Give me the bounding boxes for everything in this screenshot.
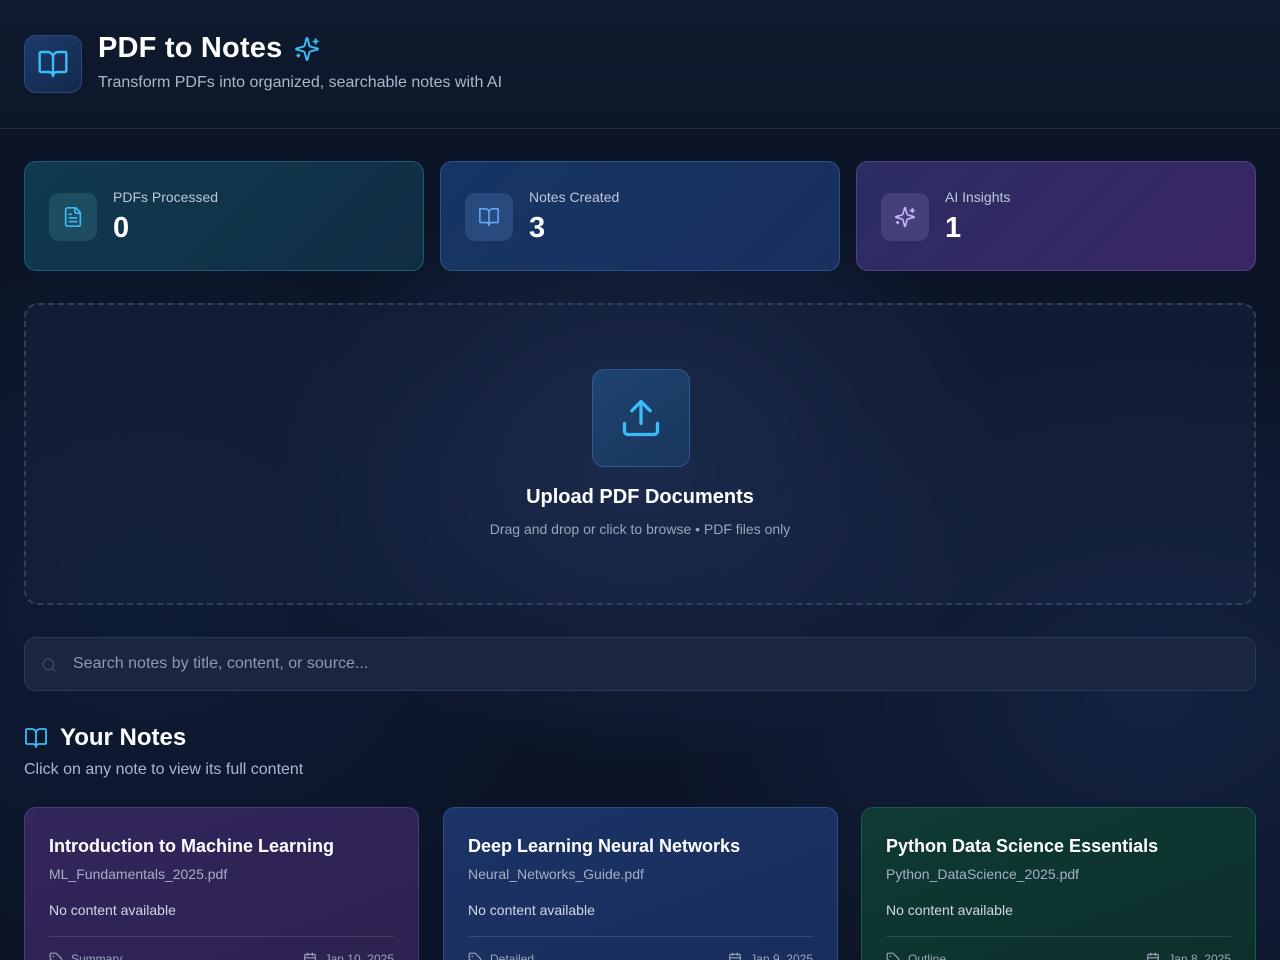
note-card[interactable]: Python Data Science Essentials Python_Da… xyxy=(861,807,1256,960)
note-type: Outline xyxy=(886,952,946,960)
notes-section-subtitle: Click on any note to view its full conte… xyxy=(24,761,304,778)
note-divider xyxy=(49,936,394,937)
calendar-icon xyxy=(1147,952,1160,960)
note-type-label: Detailed xyxy=(490,952,535,960)
app-logo xyxy=(24,35,82,93)
note-divider xyxy=(468,936,813,937)
note-content: No content available xyxy=(468,902,595,918)
document-icon xyxy=(64,207,82,227)
tag-icon xyxy=(468,952,482,960)
search-input[interactable] xyxy=(73,638,1243,690)
app-title-text: PDF to Notes xyxy=(98,32,283,64)
note-date-label: Jan 10, 2025 xyxy=(324,952,394,960)
note-content: No content available xyxy=(886,902,1013,918)
book-icon xyxy=(25,728,47,748)
stat-label: Notes Created xyxy=(529,189,620,205)
note-title: Deep Learning Neural Networks xyxy=(468,836,741,856)
upload-title: Upload PDF Documents xyxy=(526,486,754,508)
search-bar xyxy=(24,637,1256,691)
note-type-label: Outline xyxy=(908,952,947,960)
note-title: Python Data Science Essentials xyxy=(886,836,1159,856)
upload-icon xyxy=(622,399,660,437)
search-icon xyxy=(42,658,56,672)
note-divider xyxy=(886,936,1231,937)
stat-icon-container xyxy=(49,193,97,241)
tag-icon xyxy=(49,952,63,960)
note-card[interactable]: Introduction to Machine Learning ML_Fund… xyxy=(24,807,419,960)
note-source: Python_DataScience_2025.pdf xyxy=(886,866,1080,882)
note-date-label: Jan 8, 2025 xyxy=(1168,952,1231,960)
note-source: ML_Fundamentals_2025.pdf xyxy=(49,866,228,882)
note-type: Summary xyxy=(49,952,122,960)
calendar-icon xyxy=(729,952,742,960)
note-title: Introduction to Machine Learning xyxy=(49,836,334,856)
app-subtitle: Transform PDFs into organized, searchabl… xyxy=(98,74,503,91)
stat-value: 0 xyxy=(113,212,130,244)
upload-button[interactable] xyxy=(592,369,690,467)
note-source: Neural_Networks_Guide.pdf xyxy=(468,866,644,882)
tag-icon xyxy=(886,952,900,960)
stat-card-ai-insights: AI Insights 1 xyxy=(856,161,1256,271)
stat-label: AI Insights xyxy=(945,189,1011,205)
upload-subtitle: Drag and drop or click to browse • PDF f… xyxy=(489,521,791,537)
stat-label: PDFs Processed xyxy=(113,189,219,205)
note-date: Jan 9, 2025 xyxy=(728,952,813,960)
note-content: No content available xyxy=(49,902,176,918)
book-icon xyxy=(38,50,68,78)
stat-card-pdfs-processed: PDFs Processed 0 xyxy=(24,161,424,271)
stat-icon-container xyxy=(881,193,929,241)
stat-value: 3 xyxy=(529,212,546,244)
sparkles-icon xyxy=(295,36,320,61)
calendar-icon xyxy=(303,952,316,960)
note-date: Jan 10, 2025 xyxy=(303,952,394,960)
note-type-label: Summary xyxy=(71,952,123,960)
note-meta: Outline Jan 8, 2025 xyxy=(886,952,1231,960)
stat-card-notes-created: Notes Created 3 xyxy=(440,161,840,271)
note-date-label: Jan 9, 2025 xyxy=(750,952,813,960)
notes-section-title-text: Your Notes xyxy=(60,724,187,751)
note-date: Jan 8, 2025 xyxy=(1146,952,1231,960)
note-type: Detailed xyxy=(468,952,534,960)
sparkles-icon xyxy=(894,206,916,228)
upload-dropzone[interactable]: Upload PDF Documents Drag and drop or cl… xyxy=(24,303,1256,605)
stat-icon-container xyxy=(465,193,513,241)
app-header: PDF to Notes Transform PDFs into organiz… xyxy=(0,0,1280,129)
note-meta: Detailed Jan 9, 2025 xyxy=(468,952,813,960)
app-title: PDF to Notes xyxy=(98,32,320,65)
stat-value: 1 xyxy=(945,212,962,244)
notes-section-title: Your Notes xyxy=(24,724,186,752)
note-card[interactable]: Deep Learning Neural Networks Neural_Net… xyxy=(443,807,838,960)
note-meta: Summary Jan 10, 2025 xyxy=(49,952,394,960)
book-icon xyxy=(479,207,499,227)
